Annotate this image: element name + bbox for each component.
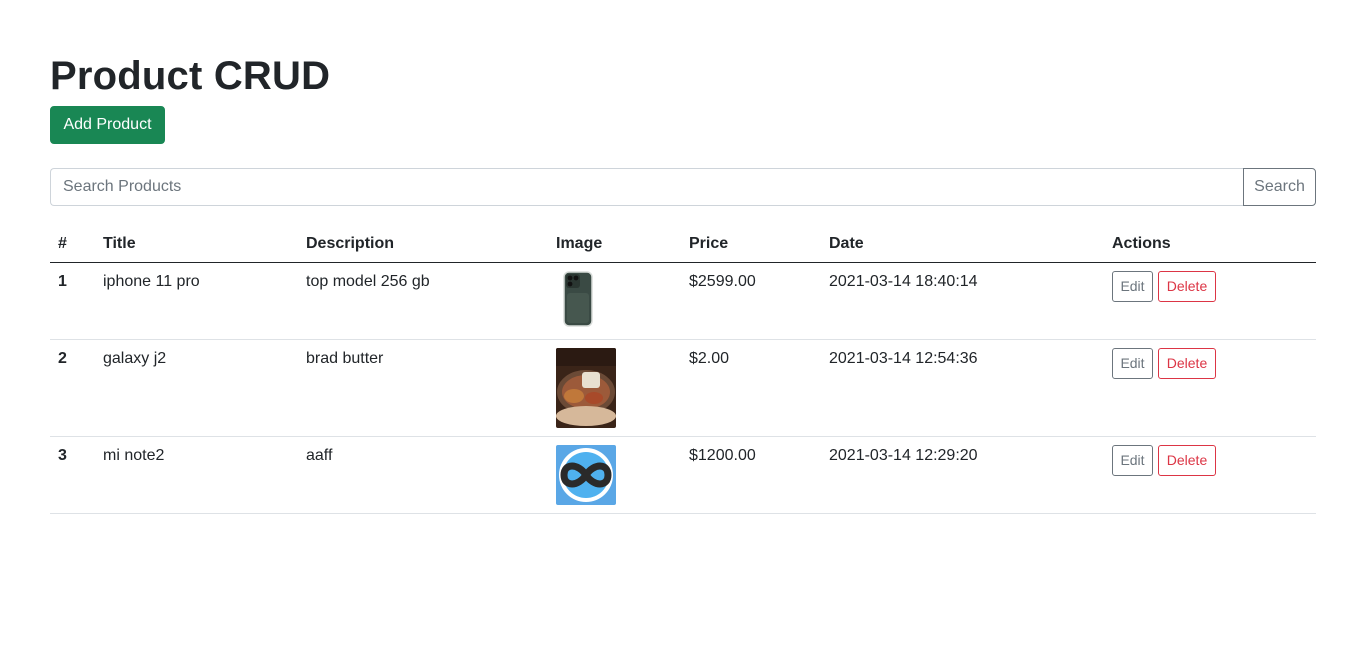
delete-button[interactable]: Delete <box>1158 347 1216 379</box>
search-button[interactable]: Search <box>1243 168 1316 206</box>
infinity-logo-image <box>556 444 616 505</box>
food-plate-image <box>556 347 616 428</box>
row-number: 3 <box>50 436 95 514</box>
delete-button[interactable]: Delete <box>1158 270 1216 302</box>
row-price: $1200.00 <box>681 436 821 514</box>
table-row: 3 mi note2 aaff $1200.00 2021-03-14 12:2… <box>50 436 1316 514</box>
row-title: galaxy j2 <box>95 339 298 437</box>
phone-image <box>556 270 600 327</box>
row-price: $2.00 <box>681 339 821 437</box>
column-header-date: Date <box>821 224 1104 263</box>
column-header-price: Price <box>681 224 821 263</box>
row-price: $2599.00 <box>681 262 821 340</box>
table-row: 1 iphone 11 pro top model 256 gb $2599.0… <box>50 262 1316 340</box>
table-row: 2 galaxy j2 brad butter $2.00 2021-03-14… <box>50 339 1316 437</box>
edit-button[interactable]: Edit <box>1112 444 1153 476</box>
row-number: 2 <box>50 339 95 437</box>
row-actions: Edit Delete <box>1104 339 1316 437</box>
row-date: 2021-03-14 12:29:20 <box>821 436 1104 514</box>
row-image-cell <box>548 262 681 340</box>
delete-button[interactable]: Delete <box>1158 444 1216 476</box>
column-header-image: Image <box>548 224 681 263</box>
row-date: 2021-03-14 18:40:14 <box>821 262 1104 340</box>
search-input[interactable] <box>50 168 1243 206</box>
row-number: 1 <box>50 262 95 340</box>
row-title: mi note2 <box>95 436 298 514</box>
column-header-number: # <box>50 224 95 263</box>
page-title: Product CRUD <box>50 54 331 98</box>
row-description: brad butter <box>298 339 548 437</box>
row-description: top model 256 gb <box>298 262 548 340</box>
row-actions: Edit Delete <box>1104 436 1316 514</box>
edit-button[interactable]: Edit <box>1112 347 1153 379</box>
products-table: # Title Description Image Price Date Act… <box>50 224 1316 514</box>
add-product-button[interactable]: Add Product <box>50 106 165 144</box>
row-description: aaff <box>298 436 548 514</box>
column-header-actions: Actions <box>1104 224 1316 263</box>
row-image-cell <box>548 339 681 437</box>
column-header-description: Description <box>298 224 548 263</box>
row-image-cell <box>548 436 681 514</box>
column-header-title: Title <box>95 224 298 263</box>
row-actions: Edit Delete <box>1104 262 1316 340</box>
edit-button[interactable]: Edit <box>1112 270 1153 302</box>
search-bar: Search <box>50 168 1316 206</box>
row-title: iphone 11 pro <box>95 262 298 340</box>
table-header-row: # Title Description Image Price Date Act… <box>50 224 1316 263</box>
row-date: 2021-03-14 12:54:36 <box>821 339 1104 437</box>
